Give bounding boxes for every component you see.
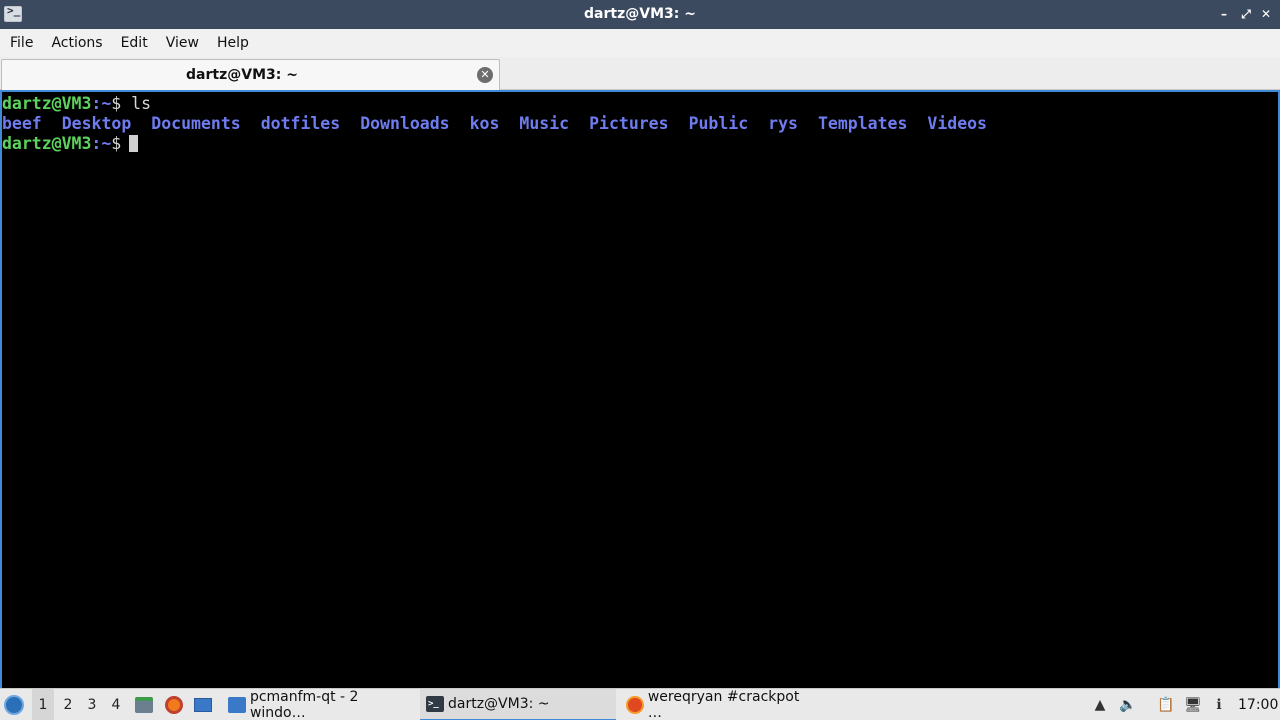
firefox-icon [626,696,644,714]
prompt-symbol: $ [111,94,122,113]
task-pcmanfm[interactable]: pcmanfm-qt - 2 windo… [222,689,418,720]
dir-entry: rys [768,114,798,133]
dir-entry: beef [2,114,42,133]
terminal-output[interactable]: dartz@VM3:~$ ls beef Desktop Documents dotf… [0,90,1280,688]
menu-file[interactable]: File [4,35,39,51]
close-button[interactable]: ✕ [1258,6,1274,22]
task-label: wereqryan #crackpot … [647,689,800,720]
text-cursor [129,135,139,152]
terminal-tab-label: dartz@VM3: ~ [186,67,298,83]
prompt-path: :~ [91,134,112,153]
clock[interactable]: 17:00 [1238,689,1278,720]
prompt-symbol: $ [111,134,122,153]
network-icon[interactable]: 🖥 [1181,689,1205,720]
menu-view[interactable]: View [160,35,205,51]
dir-entry: kos [469,114,500,133]
task-label: dartz@VM3: ~ [448,696,550,712]
volume-icon[interactable]: 🔈 [1116,689,1140,720]
prompt-user: dartz@VM3 [2,134,92,153]
dir-entry: dotfiles [260,114,341,133]
start-menu-icon[interactable] [4,689,28,720]
update-icon[interactable]: ℹ [1207,689,1231,720]
prompt-path: :~ [91,94,112,113]
menu-help[interactable]: Help [211,35,255,51]
window-titlebar: >_ dartz@VM3: ~ – ⤢ ✕ [0,0,1280,29]
menu-bar: File Actions Edit View Help [0,29,1280,57]
dir-entry: Public [688,114,749,133]
tab-strip: dartz@VM3: ~ ✕ [0,57,1280,90]
tab-close-icon[interactable]: ✕ [477,67,493,83]
command-text: ls [121,94,152,113]
ls-output-line: beef Desktop Documents dotfiles Downloads kos… [2,114,1278,134]
window-title: dartz@VM3: ~ [584,6,696,22]
minimize-button[interactable]: – [1216,6,1232,22]
dir-entry: Templates [817,114,908,133]
dir-entry: Downloads [360,114,450,133]
dir-entry: Documents [151,114,241,133]
terminal-tab[interactable]: dartz@VM3: ~ ✕ [1,59,500,90]
terminal-icon: >_ [426,696,444,712]
folder-icon [228,697,246,713]
task-terminal[interactable]: >_ dartz@VM3: ~ [420,689,616,720]
taskbar: 1 2 3 4 pcmanfm-qt - 2 windo… >_ dartz@V… [0,688,1280,720]
workspace-3[interactable]: 3 [81,689,103,720]
dir-entry: Pictures [589,114,669,133]
workspace-4[interactable]: 4 [105,689,127,720]
maximize-button[interactable]: ⤢ [1238,6,1254,22]
terminal-line: dartz@VM3:~$ [2,134,1278,154]
dir-entry: Desktop [61,114,132,133]
clipboard-icon[interactable]: 📋 [1154,689,1178,720]
firefox-icon[interactable] [163,689,185,720]
tray-expand-icon[interactable]: ▲ [1088,689,1112,720]
menu-edit[interactable]: Edit [115,35,154,51]
task-label: pcmanfm-qt - 2 windo… [249,689,359,720]
file-manager-icon[interactable] [133,689,155,720]
show-desktop-icon[interactable] [192,689,214,720]
dir-entry: Music [519,114,570,133]
terminal-line: dartz@VM3:~$ ls [2,94,1278,114]
workspace-2[interactable]: 2 [57,689,79,720]
prompt-user: dartz@VM3 [2,94,92,113]
menu-actions[interactable]: Actions [45,35,108,51]
dir-entry: Videos [927,114,987,133]
task-firefox[interactable]: wereqryan #crackpot … [620,689,816,720]
workspace-1[interactable]: 1 [32,689,54,720]
